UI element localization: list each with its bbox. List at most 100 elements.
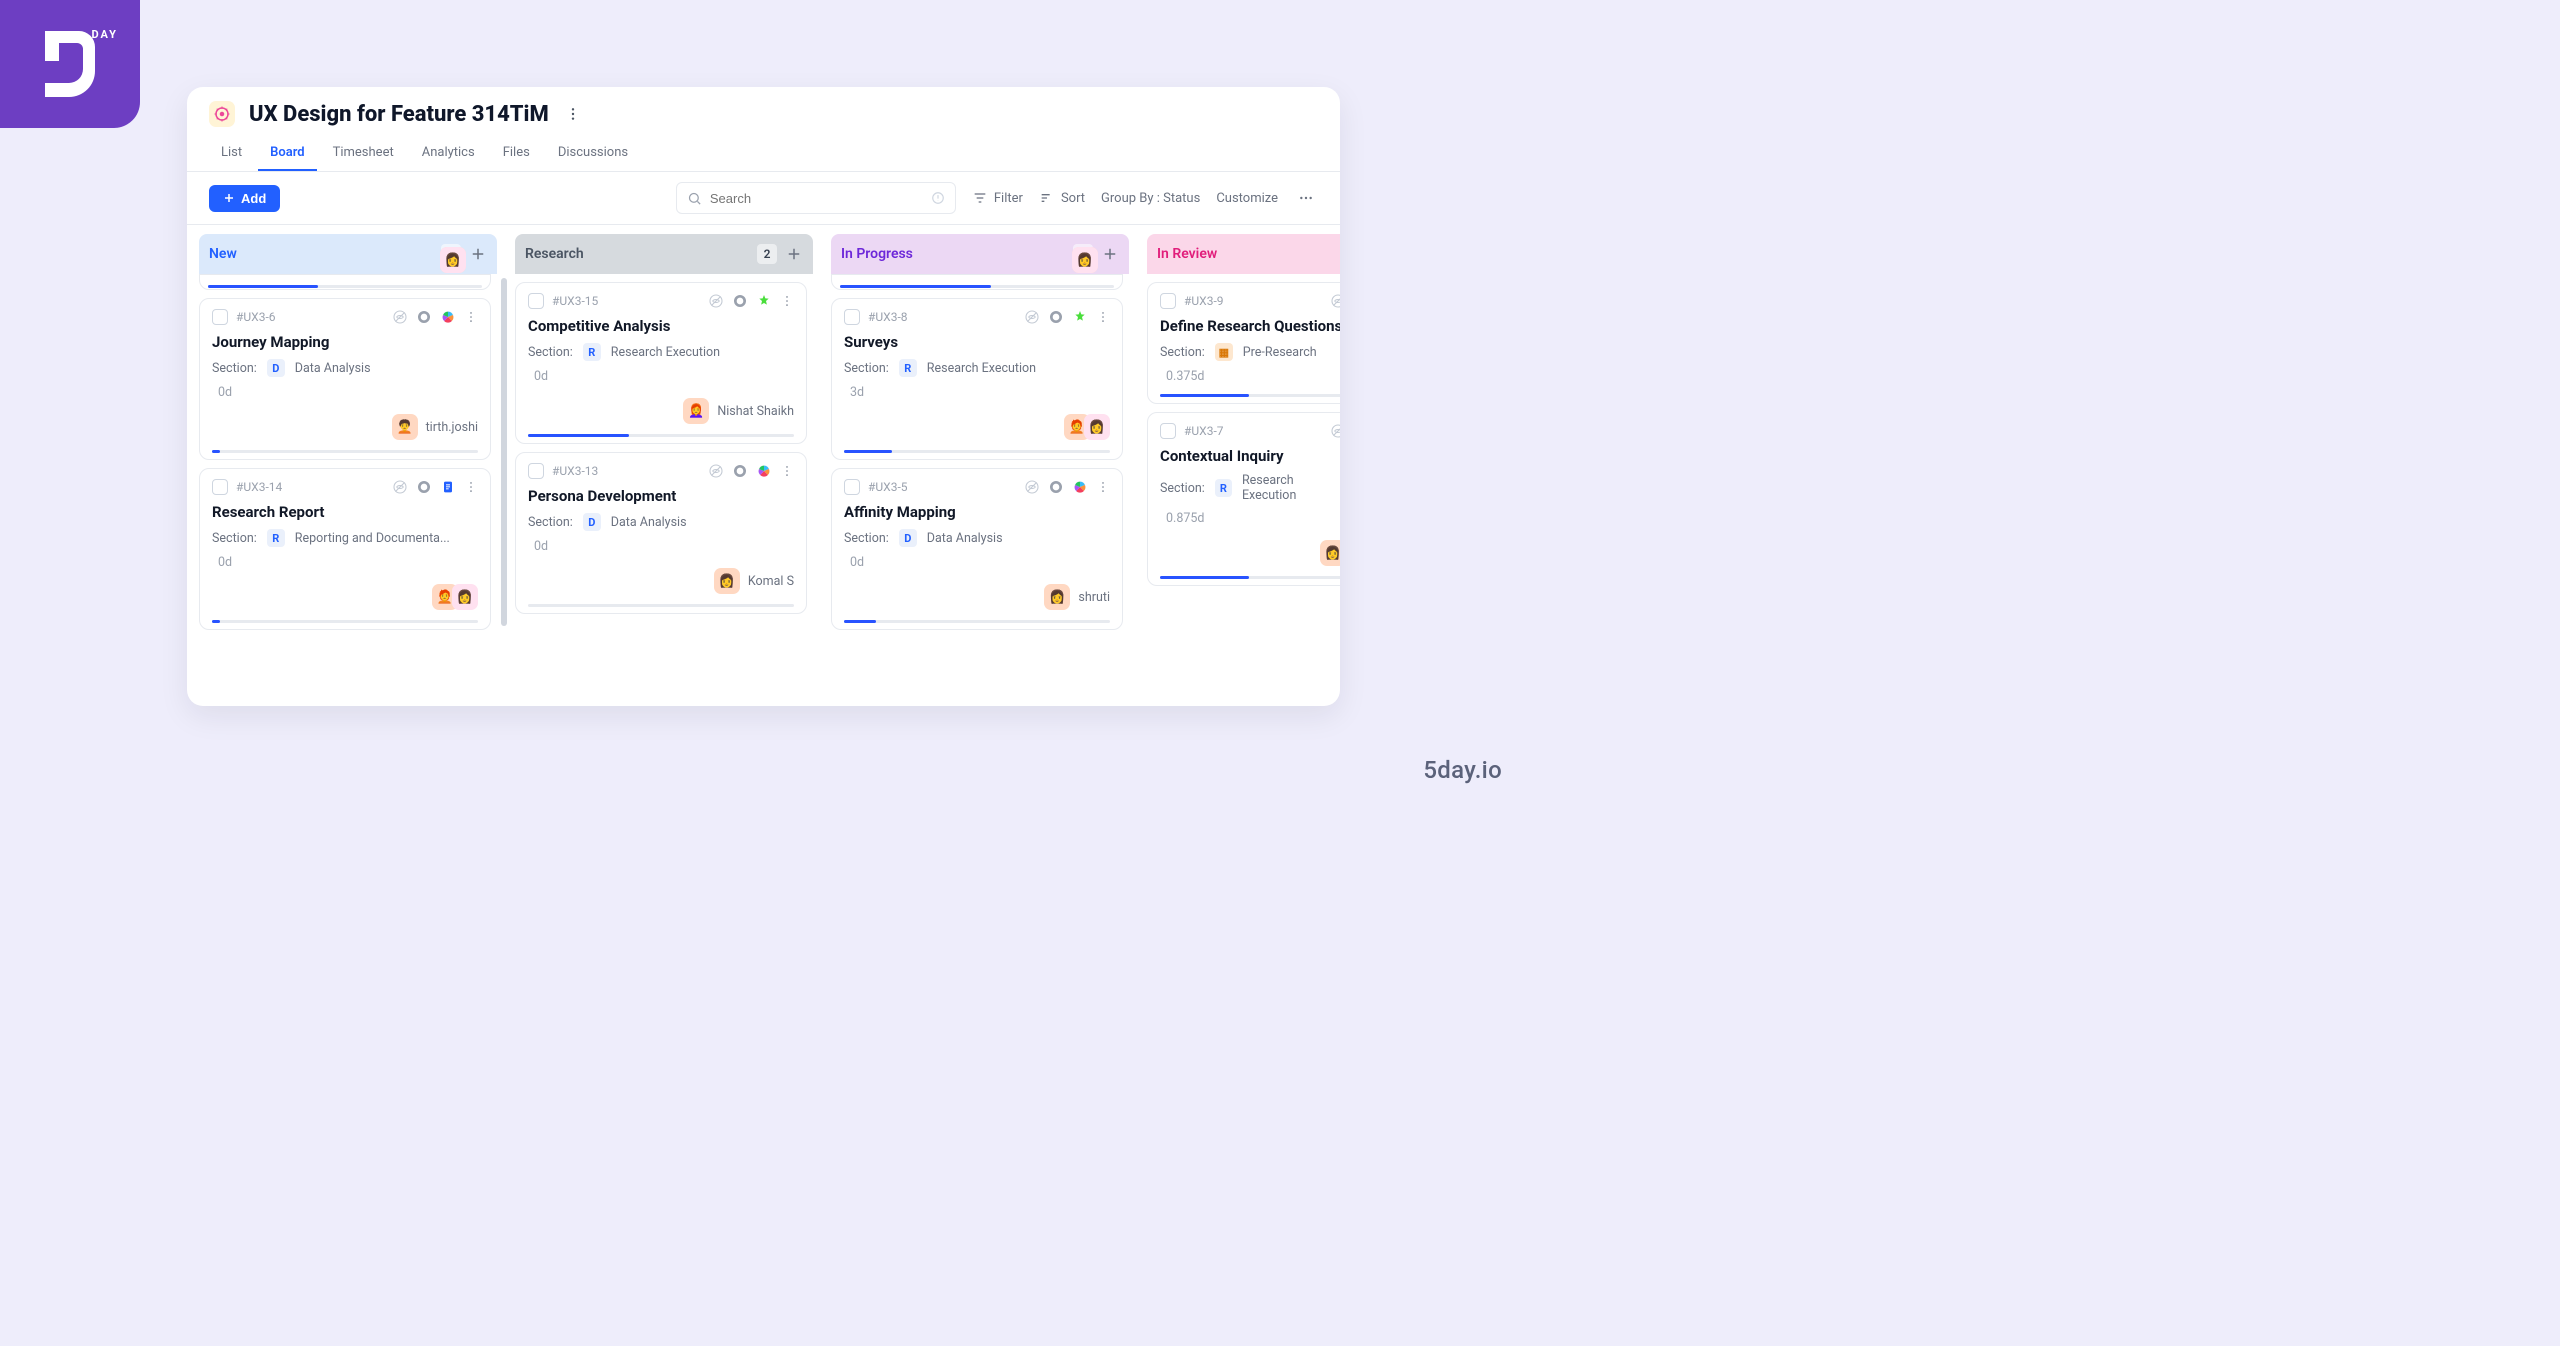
card-peek[interactable]: 🧑‍🦰👩	[199, 274, 491, 290]
card-peek[interactable]: 🧑‍🦰👩	[831, 274, 1123, 290]
task-card[interactable]: #UX3-6 Journey Mapping Section:DData Ana…	[199, 298, 491, 460]
task-menu-icon[interactable]	[464, 310, 478, 324]
task-card[interactable]: #UX3-8 Surveys Section:RResearch Executi…	[831, 298, 1123, 460]
star-icon	[1072, 309, 1088, 325]
task-duration: 0d	[528, 369, 794, 384]
task-menu-icon[interactable]	[464, 480, 478, 494]
column-add-icon[interactable]	[1101, 245, 1119, 263]
column-add-icon[interactable]	[1337, 245, 1340, 263]
tabs: List Board Timesheet Analytics Files Dis…	[187, 137, 1340, 172]
sort-icon	[1039, 190, 1055, 206]
doc-icon	[440, 479, 456, 495]
footer-brand: 5day.io	[1423, 756, 1502, 784]
task-checkbox[interactable]	[212, 309, 228, 325]
tab-analytics[interactable]: Analytics	[410, 137, 487, 171]
group-by-button[interactable]: Group By : Status	[1101, 191, 1200, 206]
task-id: #UX3-14	[236, 480, 384, 494]
column-header: In Review	[1147, 234, 1340, 274]
column-scroll[interactable]: 🧑‍🦰👩 #UX3-8 Surveys Section:RResearch Ex…	[831, 274, 1129, 630]
task-duration: 0d	[528, 539, 794, 554]
tab-board[interactable]: Board	[258, 137, 316, 171]
section-badge: D	[583, 513, 601, 531]
column-scroll[interactable]: #UX3-9 Define Research Questions Section…	[1147, 274, 1340, 586]
filter-button[interactable]: Filter	[972, 190, 1023, 206]
task-card[interactable]: #UX3-7 Contextual Inquiry Section:RResea…	[1147, 412, 1340, 586]
tab-discussions[interactable]: Discussions	[546, 137, 640, 171]
section-name: Pre-Research	[1243, 345, 1317, 360]
section-name: Data Analysis	[295, 361, 371, 376]
task-checkbox[interactable]	[212, 479, 228, 495]
circle-icon	[416, 309, 432, 325]
task-checkbox[interactable]	[1160, 423, 1176, 439]
task-title: Contextual Inquiry	[1160, 447, 1340, 465]
column-header: Research2	[515, 234, 813, 274]
avatar: 👩	[1072, 247, 1098, 273]
task-footer: 🧑‍🦰👩	[212, 578, 478, 610]
avatar: 👩	[1044, 584, 1070, 610]
task-footer: 👩 shruti	[844, 578, 1110, 610]
customize-button[interactable]: Customize	[1216, 191, 1278, 206]
task-duration: 0d	[212, 555, 478, 570]
task-section: Section:▦Pre-Research	[1160, 343, 1340, 361]
toolbar-more-icon[interactable]	[1294, 190, 1318, 206]
task-title: Define Research Questions	[1160, 317, 1340, 335]
column-scroll[interactable]: 🧑‍🦰👩 #UX3-6 Journey Mapping Section:DDat…	[199, 274, 497, 630]
task-checkbox[interactable]	[844, 309, 860, 325]
task-duration: 0d	[844, 555, 1110, 570]
task-section: Section:DData Analysis	[528, 513, 794, 531]
tab-list[interactable]: List	[209, 137, 254, 171]
page-menu-icon[interactable]	[563, 104, 583, 124]
scrollbar[interactable]	[501, 278, 507, 626]
task-title: Research Report	[212, 503, 478, 521]
task-card[interactable]: #UX3-14 Research Report Section:RReporti…	[199, 468, 491, 630]
avatar: 👩	[440, 247, 466, 273]
add-button[interactable]: Add	[209, 185, 280, 212]
column-title: In Progress	[841, 246, 1065, 262]
section-name: Data Analysis	[611, 515, 687, 530]
task-card[interactable]: #UX3-9 Define Research Questions Section…	[1147, 282, 1340, 404]
section-badge: R	[899, 359, 917, 377]
task-checkbox[interactable]	[844, 479, 860, 495]
page-title: UX Design for Feature 314TiM	[249, 102, 549, 127]
section-badge: R	[583, 343, 601, 361]
brand-logo: DAY	[0, 0, 140, 128]
task-card[interactable]: #UX3-5 Affinity Mapping Section:DData An…	[831, 468, 1123, 630]
task-footer: 👩Komal S	[528, 562, 794, 594]
task-checkbox[interactable]	[528, 463, 544, 479]
avatar: 🧑‍🦱	[392, 414, 418, 440]
column-add-icon[interactable]	[785, 245, 803, 263]
search-input[interactable]	[710, 191, 923, 206]
section-badge: R	[267, 529, 285, 547]
section-name: Data Analysis	[927, 531, 1003, 546]
circle-icon	[732, 463, 748, 479]
task-id: #UX3-15	[552, 294, 700, 308]
tab-files[interactable]: Files	[491, 137, 542, 171]
assignee-name: shruti	[1078, 590, 1110, 605]
task-menu-icon[interactable]	[780, 464, 794, 478]
filter-icon	[972, 190, 988, 206]
section-name: Research Execution	[1242, 473, 1340, 503]
task-card[interactable]: #UX3-13 Persona Development Section:DDat…	[515, 452, 807, 614]
section-badge: R	[1215, 479, 1232, 497]
task-checkbox[interactable]	[528, 293, 544, 309]
task-checkbox[interactable]	[1160, 293, 1176, 309]
task-menu-icon[interactable]	[1096, 480, 1110, 494]
section-name: Research Execution	[611, 345, 720, 360]
task-progress	[212, 620, 478, 623]
column-add-icon[interactable]	[469, 245, 487, 263]
search-box[interactable]	[676, 182, 956, 214]
task-menu-icon[interactable]	[780, 294, 794, 308]
board: New7 🧑‍🦰👩 #UX3-6 Journey Mapping Section…	[187, 222, 1340, 706]
task-card[interactable]: #UX3-15 Competitive Analysis Section:RRe…	[515, 282, 807, 444]
column-new: New7 🧑‍🦰👩 #UX3-6 Journey Mapping Section…	[199, 234, 497, 706]
task-title: Surveys	[844, 333, 1110, 351]
sort-button[interactable]: Sort	[1039, 190, 1085, 206]
column-title: In Review	[1157, 246, 1329, 262]
task-menu-icon[interactable]	[1096, 310, 1110, 324]
task-progress	[528, 434, 794, 437]
tab-timesheet[interactable]: Timesheet	[321, 137, 406, 171]
task-id: #UX3-5	[868, 480, 1016, 494]
eye-icon	[1330, 423, 1340, 439]
circle-icon	[1048, 479, 1064, 495]
column-scroll[interactable]: #UX3-15 Competitive Analysis Section:RRe…	[515, 274, 813, 614]
